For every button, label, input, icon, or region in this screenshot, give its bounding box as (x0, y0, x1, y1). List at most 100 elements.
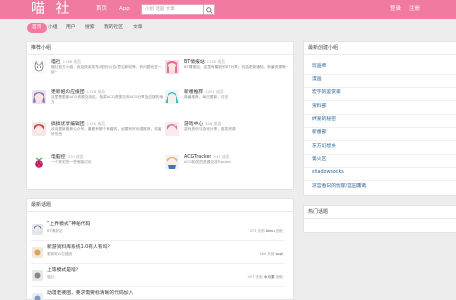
group-avatar-raspberry-icon (32, 155, 46, 169)
divider (304, 154, 456, 155)
topic-item[interactable]: “上界模式”神秘代码 BT情报站 373 天前 Akku 回帖 (27, 221, 289, 241)
group-item[interactable]: 更新姬の应援团 1128 成员 这里是更新ACG资源交流区，各类ACG资源交流AC… (32, 89, 164, 117)
topic-item[interactable]: 上等模式是啥？ 喵社 407 天前 木月素 回帖 (27, 267, 289, 287)
top-navbar: 喵 社 首页 App 小组 话题 文章 登录 注册 (0, 0, 456, 19)
nav-app[interactable]: App (119, 5, 130, 13)
topic-title[interactable]: 新游资料库系统1.0有人有吗？ (47, 245, 112, 251)
group-avatar-pink-icon (165, 60, 179, 74)
topic-user[interactable]: Akku (266, 229, 275, 233)
group-avatar-miku-icon (165, 90, 179, 104)
group-avatar-bluehair-icon (165, 122, 179, 136)
divider (304, 140, 456, 141)
search-placeholder: 小组 话题 文章 (145, 7, 175, 12)
group-item[interactable]: ACGTracker 341 成员 ACG相关的资源交流Tracker (165, 154, 295, 182)
divider (304, 127, 456, 128)
divider (27, 54, 293, 55)
sub-navigation: 首页 小组 用户 搜索 我的社区 文章 (0, 19, 456, 37)
new-group-link[interactable]: 宏宇的鉴赏家 (312, 90, 341, 96)
latest-topics-panel: 最新话题 “上界模式”神秘代码 BT情报站 373 天前 Akku 回帖 新游资… (26, 198, 294, 300)
new-groups-panel: 最新创建小组 玩画师 漫画 宏宇的鉴赏家 资料部 绊爱的秘密 新番部 东方幻想乡… (303, 41, 456, 196)
new-group-link[interactable]: shadowsocks (312, 170, 344, 176)
group-item[interactable]: 电脑控 370 成员 一个死宅的一些电脑讨论 (32, 154, 162, 182)
new-group-link[interactable]: 东方幻想乡 (312, 144, 336, 150)
new-group-link[interactable]: 绊爱的秘密 (312, 117, 336, 123)
new-group-link[interactable]: 第火区 (312, 157, 326, 163)
nav-home[interactable]: 首页 (96, 5, 107, 13)
topic-user[interactable]: sopi (276, 252, 283, 256)
new-group-link[interactable]: 玩画师 (312, 64, 326, 70)
member-count: 341 成员 (213, 154, 230, 159)
divider (304, 114, 456, 115)
tab-articles[interactable]: 文章 (133, 23, 143, 33)
site-logo[interactable]: 喵 社 (31, 1, 72, 18)
group-avatar-girl-icon (165, 155, 179, 169)
group-description: 新番推荐，每日更新，讨论 (184, 95, 229, 99)
group-item[interactable]: 游戏中心 408 成员 游戏资讯与游戏分享，各类资源 (165, 121, 295, 149)
user-avatar (32, 224, 43, 235)
new-group-link[interactable]: 凉宫春日的忧郁/宫园薰哉 (312, 184, 366, 190)
group-avatar-redhead-icon (32, 122, 46, 136)
divider (304, 87, 456, 88)
login-link[interactable]: 登录 (390, 5, 401, 13)
divider (304, 180, 456, 181)
group-item[interactable]: 搞搞优享编辑团 1150 成员 欢迎更新推荐公众号，看看有哪个有趣的，如果有好动漫… (32, 121, 162, 149)
tab-home[interactable]: 首页 (27, 23, 47, 33)
panel-title: 热门话题 (308, 209, 329, 215)
divider (304, 218, 456, 219)
member-count: 408 成员 (205, 121, 222, 126)
topic-title[interactable]: “上界模式”神秘代码 (47, 222, 90, 228)
group-description: 这里是更新ACG资源交流区，各类ACG资源交流ACG分享及应援的地方 (51, 95, 164, 104)
group-description: BT情报站，这里有最新的BT分享，包括更新通知、新番资源等~ (184, 65, 289, 69)
topic-user[interactable]: 木月素 (264, 275, 275, 279)
group-item[interactable]: 新番推荐 1031 成员 新番推荐，每日更新，讨论 (165, 89, 295, 117)
divider (304, 167, 456, 168)
divider (304, 54, 456, 55)
member-count: 1150 成员 (206, 59, 226, 64)
topic-reply-label: 回帖 (275, 275, 283, 279)
topic-item[interactable]: 新游资料库系统1.0有人有吗？ 更新姬の应援团 380 天前 sopi (27, 244, 289, 264)
member-count: 1150 成员 (86, 121, 106, 126)
divider (27, 211, 293, 212)
new-group-link[interactable]: 资料部 (312, 104, 326, 110)
divider (31, 263, 285, 264)
topic-group[interactable]: 喵社 (47, 275, 54, 280)
panel-title: 最新话题 (31, 202, 52, 208)
topic-time: 373 天前 (249, 229, 265, 233)
topic-item[interactable]: 动漫老婆图，要求需要标清晰的代码加入 (27, 290, 289, 300)
topic-group[interactable]: 更新姬の应援团 (47, 252, 72, 257)
group-description: ACG相关的资源交流Tracker (184, 160, 232, 164)
hot-topics-panel: 热门话题 (303, 205, 456, 233)
member-count: 1128 成员 (86, 89, 106, 94)
user-avatar (32, 247, 43, 258)
topic-title[interactable]: 动漫老婆图，要求需要标清晰的代码加入 (47, 291, 133, 297)
group-description: 一个死宅的一些电脑讨论 (51, 160, 92, 164)
search-button[interactable] (204, 4, 215, 15)
group-description: 喵社官方小组，欢迎使用发布/规则/公告/意见和帖等，有问题也在一起~ (51, 65, 162, 74)
group-avatar-purple-icon (32, 90, 46, 104)
topic-group[interactable]: BT情报站 (47, 229, 62, 234)
panel-title: 推荐小组 (31, 45, 52, 51)
search-icon (206, 7, 213, 14)
tab-users[interactable]: 用户 (66, 23, 76, 33)
group-description: 游戏资讯与游戏分享，各类资源 (184, 127, 236, 131)
new-group-link[interactable]: 新番部 (312, 130, 326, 136)
user-avatar (32, 293, 43, 300)
member-count: 370 成员 (67, 154, 84, 159)
topic-time: 407 天前 (247, 275, 263, 279)
tab-my-community[interactable]: 我的社区 (104, 23, 123, 33)
new-group-link[interactable]: 漫画 (312, 77, 322, 83)
group-description: 欢迎更新推荐公众号，看看有哪个有趣的，如果有好动漫推荐，或者好东西 (51, 127, 162, 136)
panel-title: 最新创建小组 (308, 45, 339, 51)
register-link[interactable]: 注册 (409, 5, 420, 13)
tab-search[interactable]: 搜索 (85, 23, 95, 33)
group-item[interactable]: 喵社 1186 成员 喵社官方小组，欢迎使用发布/规则/公告/意见和帖等，有问题也… (32, 59, 162, 87)
search-input[interactable]: 小组 话题 文章 (141, 4, 204, 15)
member-count: 1031 成员 (205, 89, 224, 94)
topic-title[interactable]: 上等模式是啥？ (47, 268, 81, 274)
user-avatar (32, 270, 43, 281)
divider (31, 240, 285, 241)
divider (304, 100, 456, 101)
tab-groups[interactable]: 小组 (48, 23, 58, 33)
member-count: 1186 成员 (62, 59, 82, 64)
group-item[interactable]: BT情报站 1150 成员 BT情报站，这里有最新的BT分享，包括更新通知、新番资… (165, 59, 295, 87)
